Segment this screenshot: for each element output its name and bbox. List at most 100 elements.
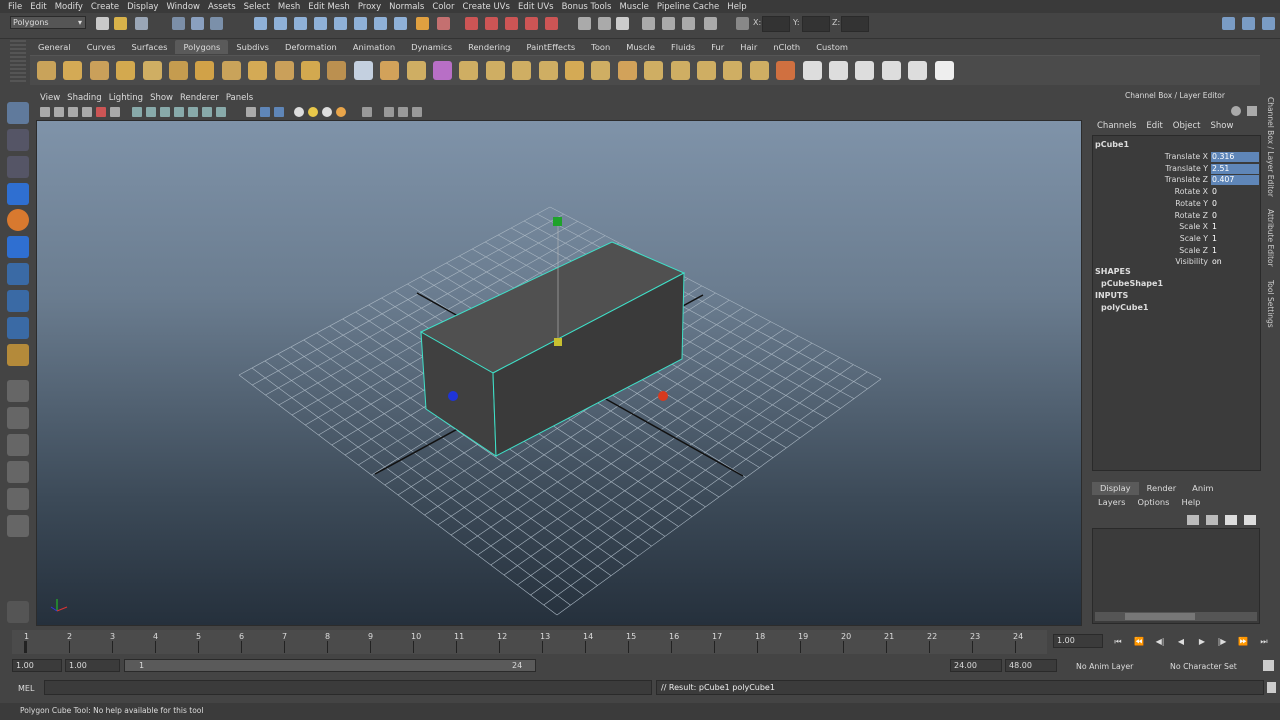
- backface-culling-icon[interactable]: [216, 107, 226, 117]
- channel-attr-row[interactable]: Scale Y1: [1093, 234, 1260, 245]
- shelf-tab-muscle[interactable]: Muscle: [618, 40, 663, 54]
- viewport-menu-renderer[interactable]: Renderer: [180, 93, 226, 103]
- move-manip-center-handle[interactable]: [554, 338, 562, 346]
- wireframe-on-shaded-icon[interactable]: [160, 107, 170, 117]
- lock-icon[interactable]: [416, 17, 429, 30]
- render-settings-icon[interactable]: [505, 17, 518, 30]
- persp-outliner-layout-icon[interactable]: [7, 434, 29, 456]
- boolean-icon[interactable]: [433, 61, 452, 80]
- go-to-end-icon[interactable]: ⏭: [1259, 637, 1269, 647]
- command-input[interactable]: [44, 680, 652, 695]
- range-slider[interactable]: 1 24: [124, 659, 536, 672]
- shadows-icon[interactable]: [322, 107, 332, 117]
- wedge-face-icon[interactable]: [749, 61, 769, 80]
- shelf-tab-ncloth[interactable]: nCloth: [765, 40, 808, 54]
- poly-torus-icon[interactable]: [169, 61, 188, 80]
- layer-tab-render[interactable]: Render: [1139, 482, 1185, 495]
- extrude-icon[interactable]: [565, 61, 584, 80]
- show-channel-box-icon[interactable]: [1262, 17, 1275, 30]
- average-vertices-icon[interactable]: [459, 61, 479, 80]
- channel-attr-label[interactable]: Translate Y: [1165, 164, 1208, 173]
- append-polygon-icon[interactable]: [617, 61, 637, 80]
- menu-proxy[interactable]: Proxy: [356, 2, 387, 12]
- script-editor-icon[interactable]: [1267, 682, 1276, 693]
- menu-bonus-tools[interactable]: Bonus Tools: [560, 2, 618, 12]
- new-layer-selected-icon[interactable]: [1244, 515, 1256, 525]
- layer-scrollbar[interactable]: [1095, 612, 1257, 621]
- select-component-icon[interactable]: [210, 17, 223, 30]
- anim-prefs-icon[interactable]: [1263, 660, 1274, 671]
- show-tool-settings-icon[interactable]: [1242, 17, 1255, 30]
- persp-graph-hypergraph-layout-icon[interactable]: [7, 515, 29, 537]
- high-quality-icon[interactable]: [336, 107, 346, 117]
- channel-attr-label[interactable]: Rotate Y: [1175, 199, 1208, 208]
- channel-attr-value[interactable]: on: [1211, 257, 1259, 267]
- ipr-render-icon[interactable]: [485, 17, 498, 30]
- textured-icon[interactable]: [174, 107, 184, 117]
- outliner-icon[interactable]: [642, 17, 655, 30]
- extract-icon[interactable]: [380, 61, 400, 80]
- channel-menu-edit[interactable]: Edit: [1141, 121, 1167, 133]
- shelf-tab-dynamics[interactable]: Dynamics: [403, 40, 460, 54]
- menu-edit-uvs[interactable]: Edit UVs: [516, 2, 560, 12]
- menu-window[interactable]: Window: [164, 2, 206, 12]
- menu-select[interactable]: Select: [242, 2, 276, 12]
- step-back-frame-icon[interactable]: ⏪: [1134, 637, 1144, 647]
- textured-cube-icon[interactable]: [274, 107, 284, 117]
- time-slider[interactable]: 1 2 3 4 5 6 7 8 9 10 11 12 13 14 15 16 17 18 19 20 21 22 23 24: [12, 630, 1047, 654]
- channel-attr-label[interactable]: Scale Y: [1180, 234, 1208, 243]
- menu-color[interactable]: Color: [430, 2, 460, 12]
- channel-attr-row[interactable]: Scale Z1: [1093, 246, 1260, 257]
- channel-attr-row[interactable]: Scale X1: [1093, 222, 1260, 233]
- channel-attr-row[interactable]: Rotate Y0: [1093, 199, 1260, 210]
- construction-icon[interactable]: [374, 17, 387, 30]
- poly-plane-icon[interactable]: [142, 61, 162, 80]
- select-tool-icon[interactable]: [7, 102, 29, 124]
- snap-surface-icon[interactable]: [334, 17, 347, 30]
- channel-menu-show[interactable]: Show: [1205, 121, 1238, 133]
- use-all-lights-icon[interactable]: [308, 107, 318, 117]
- shelf-tab-toon[interactable]: Toon: [583, 40, 618, 54]
- poly-helix-icon[interactable]: [248, 61, 268, 80]
- sculpt-geometry-icon[interactable]: [776, 61, 796, 80]
- step-forward-frame-icon[interactable]: ⏩: [1238, 637, 1248, 647]
- menu-file[interactable]: File: [6, 2, 28, 12]
- film-gate-icon[interactable]: [110, 107, 120, 117]
- layer-scrollbar-thumb[interactable]: [1125, 613, 1195, 620]
- channel-attr-row[interactable]: Translate X 0.316: [1093, 152, 1260, 163]
- dope-sheet-icon[interactable]: [682, 17, 695, 30]
- input-line-icon[interactable]: [578, 17, 591, 30]
- layer-list[interactable]: [1092, 528, 1260, 624]
- command-language-button[interactable]: MEL: [18, 684, 34, 693]
- menu-modify[interactable]: Modify: [53, 2, 89, 12]
- snapshot-icon[interactable]: [412, 107, 422, 117]
- shelf-tab-hair[interactable]: Hair: [732, 40, 765, 54]
- channel-attr-value[interactable]: 0.316: [1211, 152, 1259, 162]
- viewport-menu-view[interactable]: View: [40, 93, 67, 103]
- help-question-icon[interactable]: [394, 17, 407, 30]
- rename-icon[interactable]: [598, 17, 611, 30]
- magnet-icon[interactable]: [437, 17, 450, 30]
- menu-display[interactable]: Display: [125, 2, 164, 12]
- four-view-layout-icon[interactable]: [7, 407, 29, 429]
- menu-assets[interactable]: Assets: [206, 2, 242, 12]
- channel-attr-value[interactable]: 0.407: [1211, 175, 1259, 186]
- poly-platonic-icon[interactable]: [301, 61, 320, 80]
- paint-select-tool-icon[interactable]: [7, 156, 29, 178]
- transform-mode-icon[interactable]: [736, 17, 749, 30]
- hypershade-icon[interactable]: [525, 17, 538, 30]
- z-field[interactable]: [841, 16, 869, 32]
- viewport-menu-panels[interactable]: Panels: [226, 93, 260, 103]
- menu-edit[interactable]: Edit: [28, 2, 52, 12]
- channel-attr-value[interactable]: 0: [1211, 187, 1259, 197]
- new-layer-icon[interactable]: [1225, 515, 1237, 525]
- image-plane-icon[interactable]: [82, 107, 92, 117]
- persp-graph-layout-icon[interactable]: [7, 461, 29, 483]
- use-default-lighting-icon[interactable]: [294, 107, 304, 117]
- separate-icon[interactable]: [353, 61, 373, 80]
- menu-set-select[interactable]: Polygons ▾: [10, 16, 86, 29]
- move-manip-x-handle[interactable]: [658, 391, 668, 401]
- wireframe-icon[interactable]: [132, 107, 142, 117]
- move-layer-down-icon[interactable]: [1206, 515, 1218, 525]
- menu-edit-mesh[interactable]: Edit Mesh: [306, 2, 356, 12]
